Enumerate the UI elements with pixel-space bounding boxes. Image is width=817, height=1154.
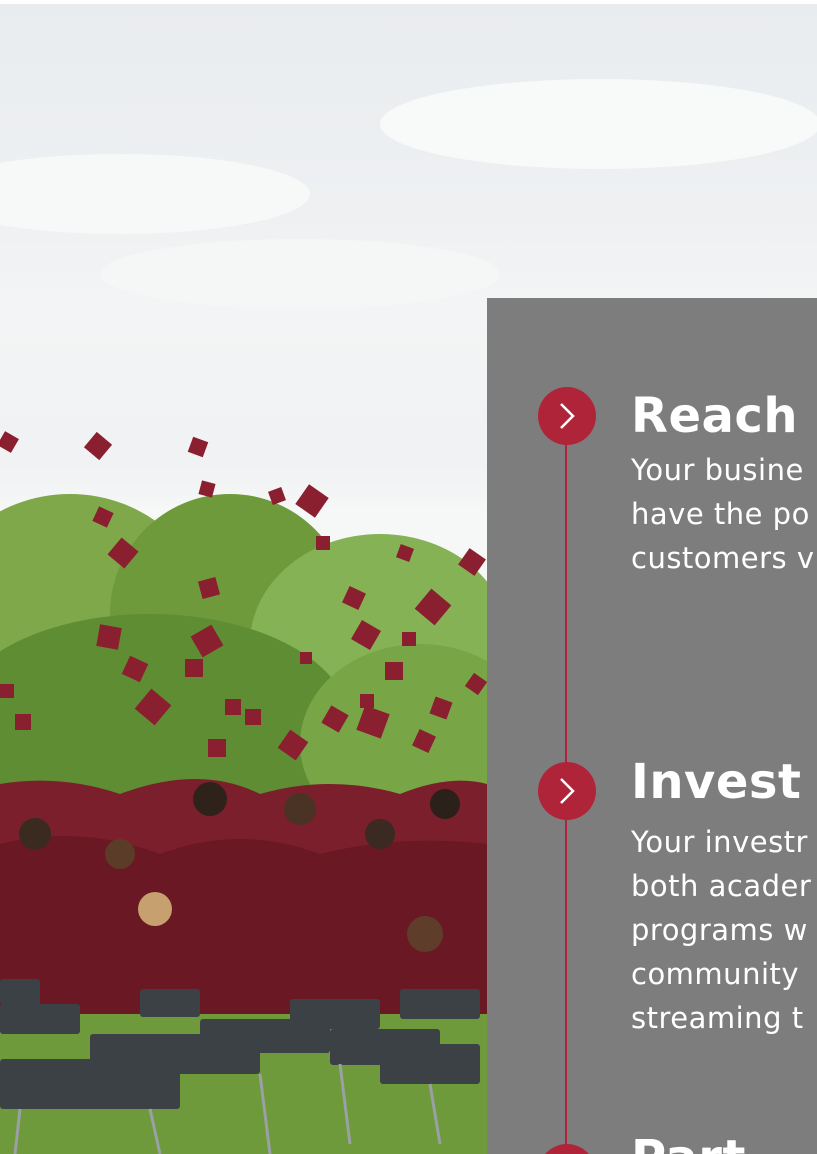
timeline-part-button[interactable] [538,1144,596,1154]
timeline-panel: Reach Your busine have the po customers … [487,298,817,1154]
item-body-invest: Your investr both acader programs w comm… [631,820,811,1040]
item-title-part: Part [631,1130,746,1154]
timeline-invest-button[interactable] [538,762,596,820]
body-line: programs w [631,913,808,947]
item-title-invest: Invest [631,754,802,810]
body-line: streaming t [631,1001,804,1035]
chevron-right-icon [560,778,575,804]
body-line: customers v [631,541,815,575]
item-body-reach: Your busine have the po customers v [631,448,815,580]
body-line: community [631,957,800,991]
timeline-reach-button[interactable] [538,387,596,445]
chevron-right-icon [560,403,575,429]
item-title-reach: Reach [631,388,799,444]
body-line: have the po [631,497,810,531]
body-line: Your busine [631,453,804,487]
body-line: Your investr [631,825,808,859]
body-line: both acader [631,869,812,903]
